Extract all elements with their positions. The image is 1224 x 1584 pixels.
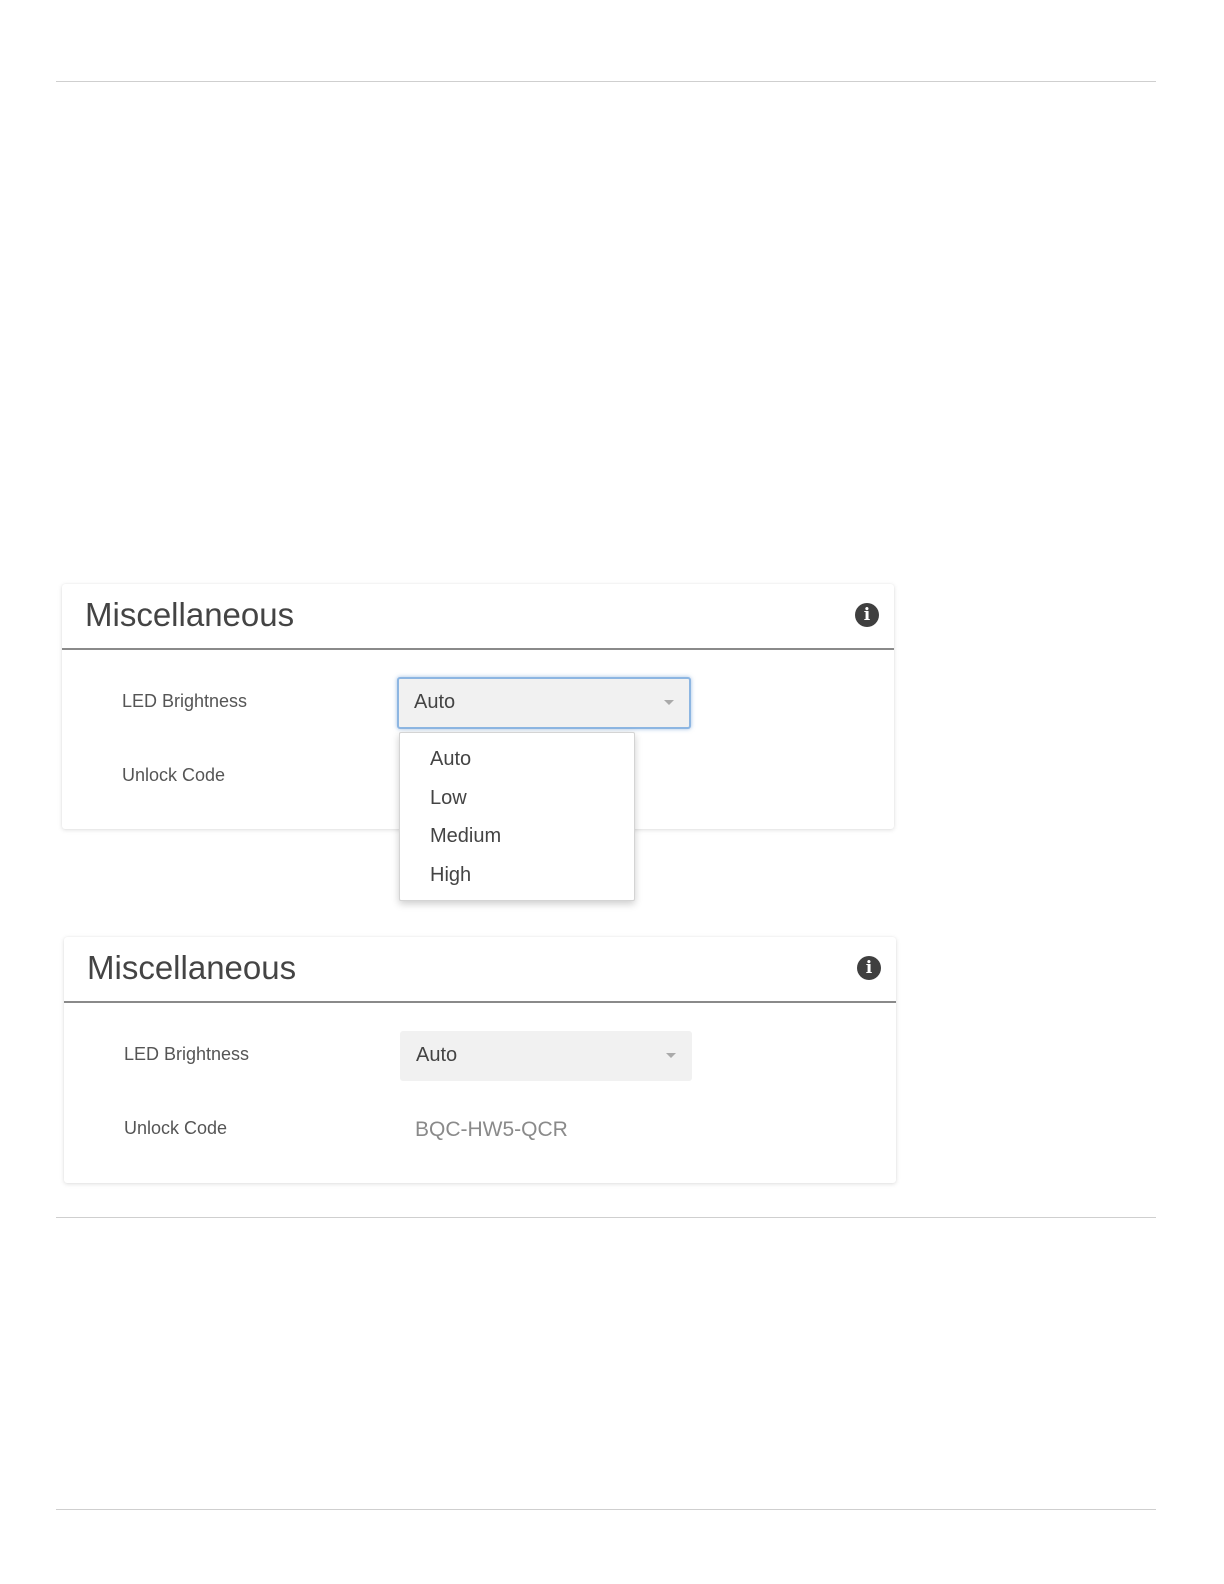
led-brightness-selected-value: Auto — [414, 691, 456, 713]
page-divider-bottom — [56, 1509, 1156, 1510]
panel-title: Miscellaneous — [87, 949, 297, 986]
led-brightness-label: LED Brightness — [124, 1044, 250, 1064]
led-brightness-dropdown-menu: Auto Low Medium High — [399, 732, 635, 901]
unlock-code-label: Unlock Code — [124, 1118, 228, 1138]
unlock-code-value: BQC-HW5-QCR — [415, 1118, 568, 1141]
led-brightness-label: LED Brightness — [122, 691, 248, 711]
panel-title: Miscellaneous — [85, 596, 295, 633]
unlock-code-label: Unlock Code — [122, 765, 226, 785]
dropdown-option-auto[interactable]: Auto — [430, 748, 471, 771]
panel-header: Miscellaneous i — [62, 584, 894, 650]
led-brightness-select[interactable]: Auto — [400, 1031, 692, 1081]
panel-header: Miscellaneous i — [64, 937, 896, 1003]
dropdown-option-medium[interactable]: Medium — [430, 825, 501, 848]
led-brightness-select[interactable]: Auto — [397, 677, 691, 729]
info-icon[interactable]: i — [857, 956, 881, 980]
miscellaneous-panel-closed: Miscellaneous i LED Brightness Auto Unlo… — [64, 937, 896, 1183]
page-divider-middle — [56, 1217, 1156, 1218]
chevron-down-icon — [664, 700, 674, 705]
dropdown-option-high[interactable]: High — [430, 864, 471, 887]
page-divider-top — [56, 81, 1156, 82]
led-brightness-selected-value: Auto — [416, 1044, 458, 1066]
info-icon[interactable]: i — [855, 603, 879, 627]
dropdown-option-low[interactable]: Low — [430, 787, 467, 810]
chevron-down-icon — [666, 1053, 676, 1058]
